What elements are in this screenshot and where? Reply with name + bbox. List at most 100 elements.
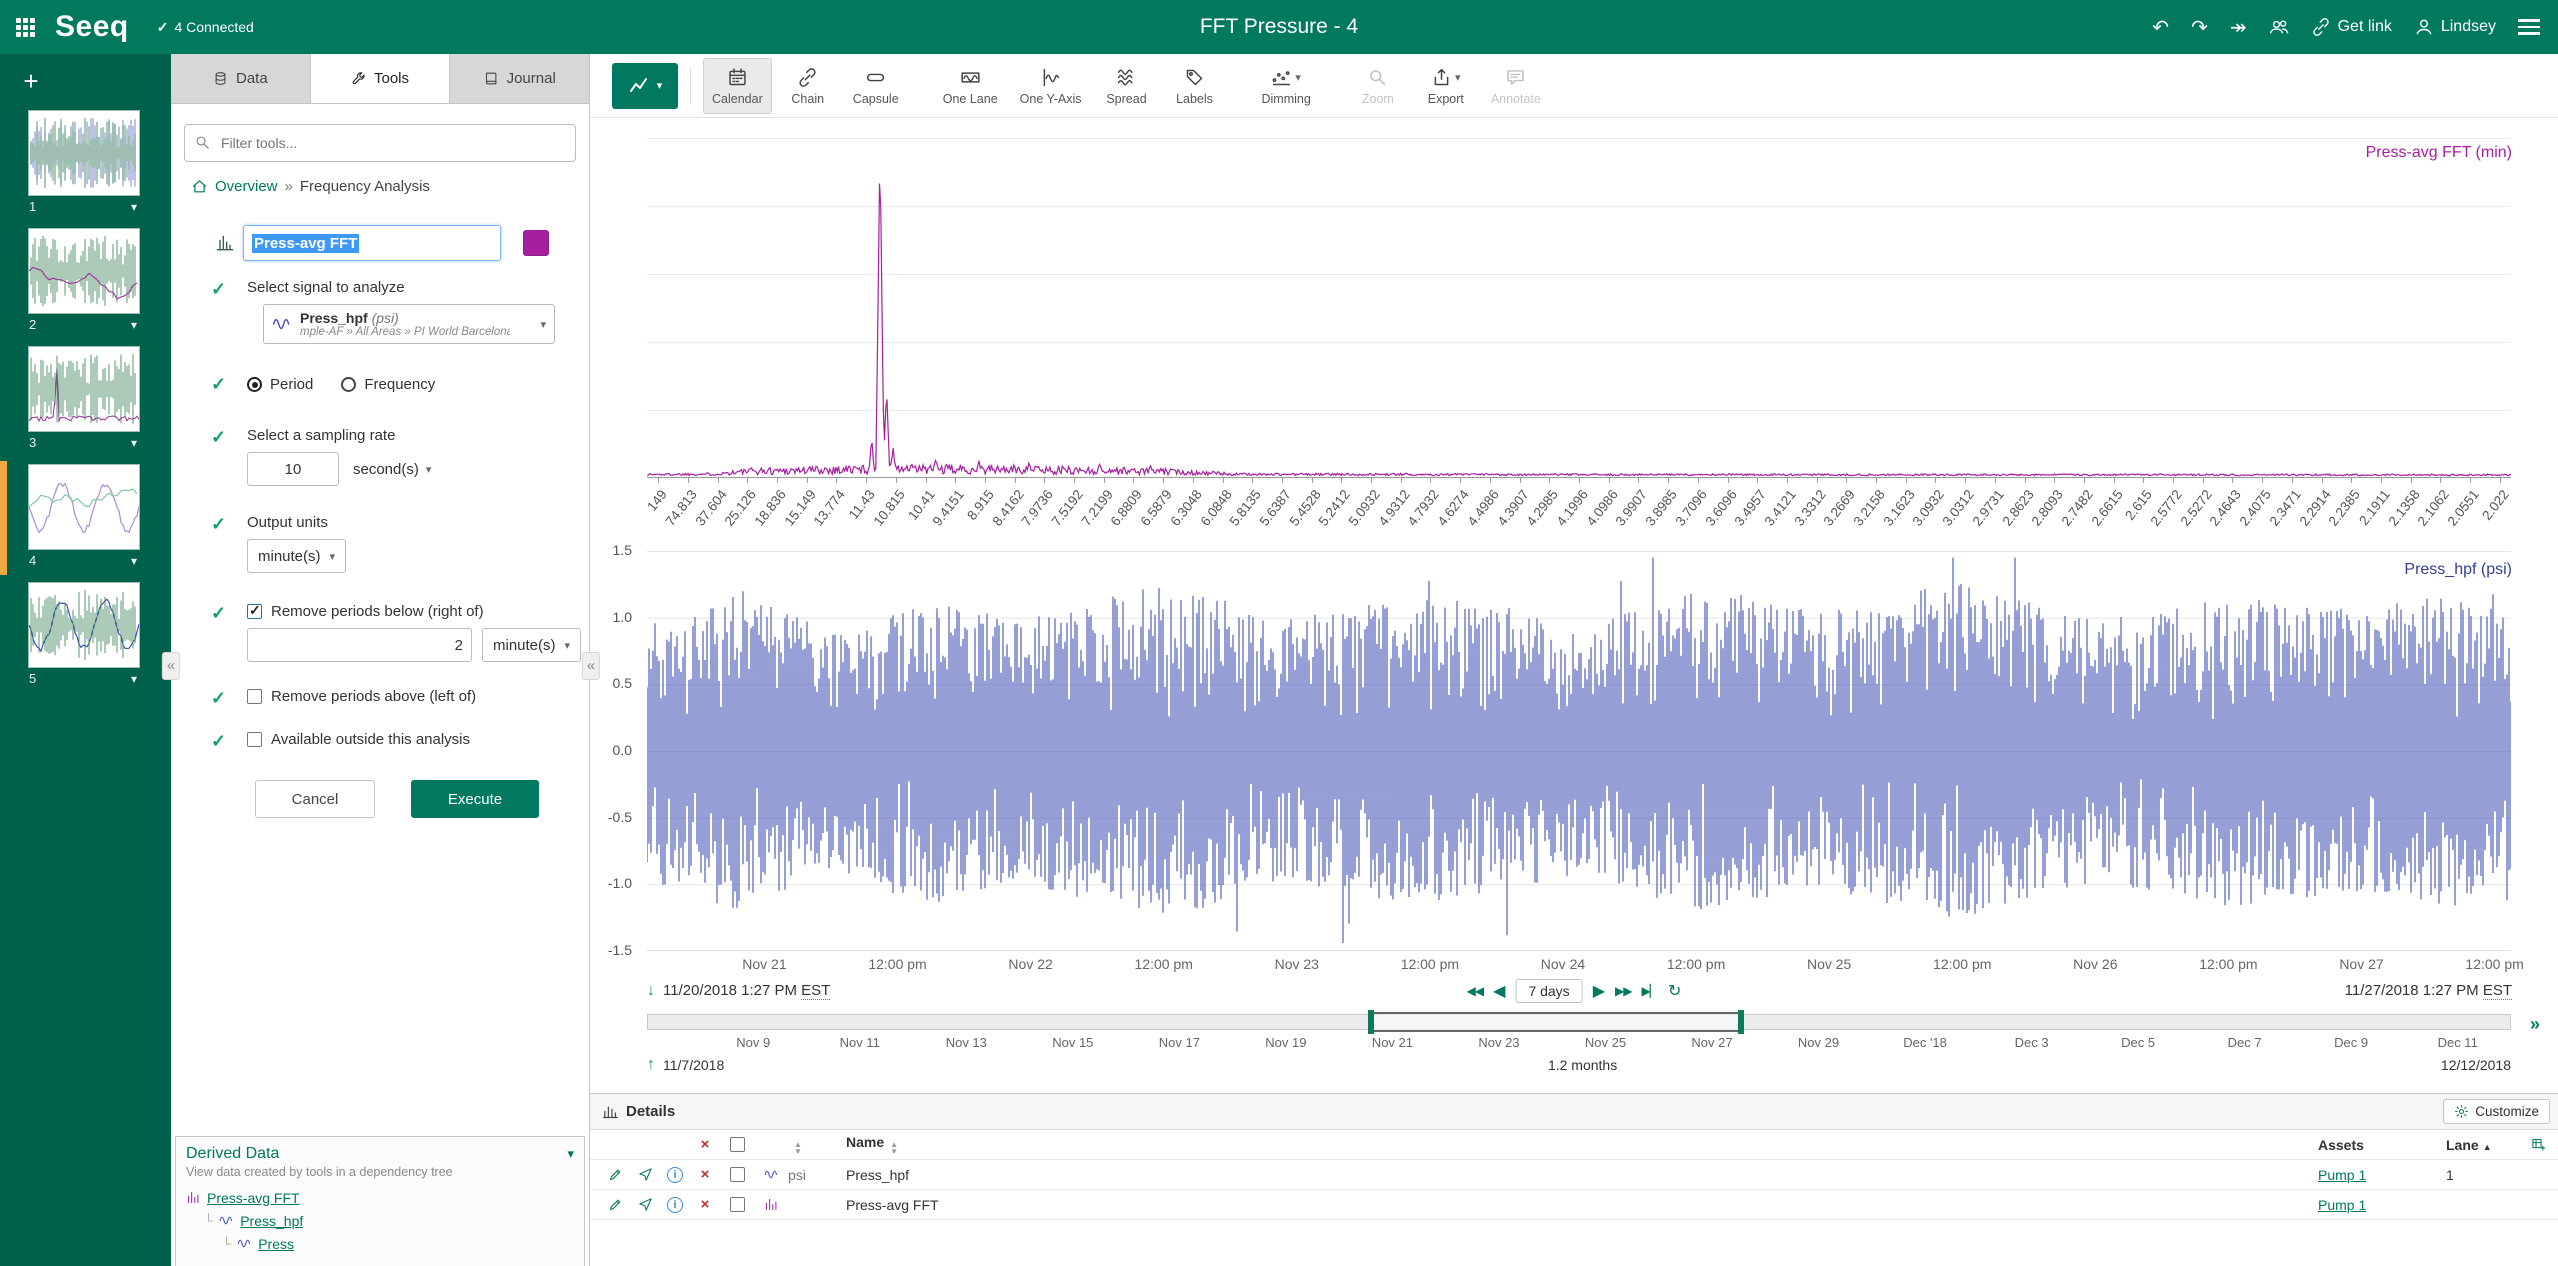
spread-button[interactable]: Spread <box>1095 58 1159 114</box>
chevron-down-icon[interactable]: ▾ <box>567 1146 574 1162</box>
redo-button[interactable]: ↷ <box>2191 15 2208 40</box>
derived-item-link[interactable]: Press_hpf <box>240 1213 303 1229</box>
collapse-worksheets-handle[interactable]: « <box>162 652 180 680</box>
worksheet-thumbnail[interactable] <box>28 110 140 196</box>
connection-status[interactable]: ✓ 4 Connected <box>157 19 254 36</box>
add-column-icon[interactable] <box>2531 1137 2546 1152</box>
send-icon[interactable] <box>630 1167 660 1182</box>
worksheet-item-2[interactable]: 2▾ <box>28 228 140 332</box>
range-end-timezone[interactable]: EST <box>2483 982 2512 1000</box>
worksheet-menu-chevron[interactable]: ▾ <box>131 554 137 568</box>
lane-column-header[interactable]: Lane▲ <box>2438 1137 2518 1153</box>
sort-icon[interactable]: ▲▼ <box>890 1141 898 1155</box>
remove-above-checkbox[interactable]: Remove periods above (left of) <box>247 688 589 705</box>
execute-button[interactable]: Execute <box>411 780 539 818</box>
one-lane-button[interactable]: One Lane <box>934 58 1007 114</box>
step-to-end-button[interactable]: ▶▏ <box>1641 984 1657 998</box>
collapse-tools-handle[interactable]: « <box>582 652 600 680</box>
available-outside-checkbox[interactable]: Available outside this analysis <box>247 731 589 748</box>
step-back-fast-button[interactable]: ◀◀ <box>1467 984 1483 998</box>
new-worksheet-button[interactable]: + <box>14 64 48 98</box>
timeline-start-date[interactable]: 11/7/2018 <box>663 1057 724 1073</box>
remove-below-value-input[interactable]: 2 <box>247 628 472 662</box>
step-forward-fast-button[interactable]: ▶▶ <box>1615 984 1631 998</box>
asset-link[interactable]: Pump 1 <box>2318 1197 2366 1213</box>
share-button[interactable]: ↠ <box>2230 15 2247 40</box>
apps-grid-button[interactable] <box>16 18 35 37</box>
item-name[interactable]: Press_hpf <box>840 1167 2318 1183</box>
home-icon[interactable] <box>191 178 208 195</box>
color-swatch-button[interactable] <box>523 230 549 256</box>
step-forward-button[interactable]: ▶ <box>1593 981 1605 1001</box>
worksheet-item-4[interactable]: 4▾ <box>28 464 140 568</box>
step-back-button[interactable]: ◀ <box>1493 981 1505 1001</box>
name-column-header[interactable]: Name▲▼ <box>840 1134 2318 1155</box>
refresh-button[interactable]: ↻ <box>1668 981 1681 1001</box>
duration-button[interactable]: 7 days <box>1515 979 1582 1003</box>
range-start-date[interactable]: 11/20/2018 1:27 PM EST <box>663 982 830 999</box>
cancel-button[interactable]: Cancel <box>255 780 375 818</box>
range-end-date[interactable]: 11/27/2018 1:27 PM EST <box>2345 982 2512 999</box>
row-checkbox[interactable] <box>730 1167 745 1182</box>
derived-item-link[interactable]: Press-avg FFT <box>207 1190 300 1206</box>
capsule-button[interactable]: Capsule <box>844 58 908 114</box>
period-radio[interactable]: Period <box>247 376 313 393</box>
frequency-radio[interactable]: Frequency <box>341 376 435 393</box>
assets-column-header[interactable]: Assets <box>2318 1137 2438 1153</box>
row-checkbox[interactable] <box>730 1197 745 1212</box>
remove-icon[interactable]: × <box>690 1166 720 1183</box>
result-name-input[interactable]: Press-avg FFT <box>243 225 501 261</box>
signal-select[interactable]: Press_hpf (psi) mple-AF » All Areas » PI… <box>263 304 555 344</box>
worksheet-item-1[interactable]: 1▾ <box>28 110 140 214</box>
sampling-unit-select[interactable]: second(s)▾ <box>349 461 435 478</box>
worksheet-thumbnail[interactable] <box>28 582 140 668</box>
worksheet-thumbnail[interactable] <box>28 346 140 432</box>
undo-button[interactable]: ↶ <box>2152 15 2169 40</box>
tab-tools[interactable]: Tools <box>311 54 451 103</box>
signal-plot-area[interactable] <box>647 551 2511 951</box>
worksheet-item-3[interactable]: 3▾ <box>28 346 140 450</box>
users-button[interactable] <box>2269 17 2289 37</box>
sampling-rate-input[interactable]: 10 <box>247 452 339 486</box>
asset-link[interactable]: Pump 1 <box>2318 1167 2366 1183</box>
calendar-button[interactable]: Calendar <box>703 58 772 114</box>
timeline-selection[interactable] <box>1370 1012 1742 1032</box>
user-menu-button[interactable]: Lindsey <box>2414 17 2496 37</box>
edit-icon[interactable] <box>600 1197 630 1212</box>
worksheet-item-5[interactable]: 5▾ <box>28 582 140 686</box>
remove-below-unit-select[interactable]: minute(s)▾ <box>482 628 581 662</box>
export-button[interactable]: ▾Export <box>1414 58 1478 114</box>
customize-button[interactable]: Customize <box>2443 1099 2550 1124</box>
signal-legend[interactable]: Press_hpf (psi) <box>2404 561 2512 579</box>
remove-icon[interactable]: × <box>690 1196 720 1213</box>
worksheet-menu-chevron[interactable]: ▾ <box>131 436 137 450</box>
send-icon[interactable] <box>630 1197 660 1212</box>
fft-plot-area[interactable] <box>647 138 2511 478</box>
worksheet-menu-chevron[interactable]: ▾ <box>131 318 137 332</box>
output-unit-select[interactable]: minute(s)▾ <box>247 539 346 573</box>
labels-button[interactable]: Labels <box>1163 58 1227 114</box>
chain-button[interactable]: Chain <box>776 58 840 114</box>
select-all-checkbox[interactable] <box>730 1137 745 1152</box>
worksheet-thumbnail[interactable] <box>28 464 140 550</box>
info-icon[interactable]: i <box>660 1197 690 1213</box>
trend-view-button[interactable]: ▾ <box>612 63 678 109</box>
dimming-button[interactable]: ▾Dimming <box>1253 58 1320 114</box>
hamburger-menu-button[interactable] <box>2518 19 2540 35</box>
remove-below-checkbox[interactable]: Remove periods below (right of) <box>247 603 589 620</box>
worksheet-menu-chevron[interactable]: ▾ <box>131 200 137 214</box>
remove-all-button[interactable]: × <box>690 1136 720 1153</box>
item-name[interactable]: Press-avg FFT <box>840 1197 2318 1213</box>
get-link-button[interactable]: Get link <box>2311 17 2392 37</box>
range-start-timezone[interactable]: EST <box>801 982 830 1000</box>
timeline-track[interactable] <box>647 1014 2511 1030</box>
breadcrumb-overview-link[interactable]: Overview <box>215 178 278 195</box>
edit-icon[interactable] <box>600 1167 630 1182</box>
info-icon[interactable]: i <box>660 1167 690 1183</box>
timeline-expand-icon[interactable]: » <box>2530 1014 2540 1035</box>
sort-icon[interactable]: ▲▼ <box>794 1141 802 1155</box>
fft-legend[interactable]: Press-avg FFT (min) <box>2366 144 2512 162</box>
one-y-axis-button[interactable]: One Y-Axis <box>1011 58 1091 114</box>
tab-journal[interactable]: Journal <box>450 54 589 103</box>
filter-tools-input[interactable] <box>184 124 576 162</box>
